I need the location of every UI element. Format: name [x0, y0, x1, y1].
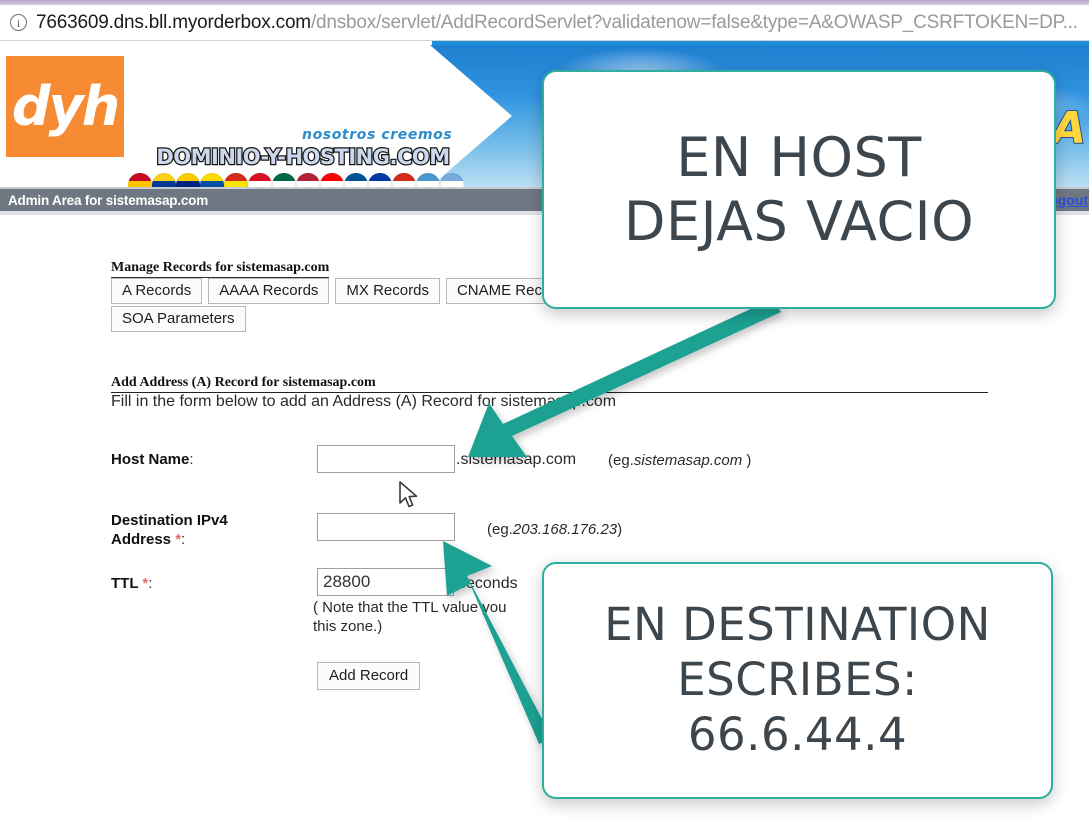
flag-spain-icon: [128, 173, 152, 187]
ttl-unit-label: seconds: [458, 575, 518, 592]
callout-destination-line1: EN DESTINATION: [604, 598, 991, 652]
tab-mx-records[interactable]: MX Records: [335, 278, 440, 305]
ttl-label: TTL *:: [111, 575, 153, 592]
add-record-button[interactable]: Add Record: [317, 662, 421, 690]
tab-aaaa-records[interactable]: AAAA Records: [208, 278, 330, 305]
flag-bolivia-icon: [224, 173, 248, 187]
tab-a-records[interactable]: A Records: [111, 278, 203, 305]
callout-host-empty: EN HOST DEJAS VACIO: [542, 70, 1056, 309]
ttl-note: ( Note that the TTL value you this zone.…: [313, 599, 507, 635]
screenshot-root: i 7663609.dns.bll.myorderbox.com/dnsbox/…: [0, 0, 1089, 839]
record-type-tabs-row-1: A Records AAAA Records MX Records CNAME …: [111, 278, 583, 305]
flag-guatemala-icon: [416, 173, 440, 187]
destination-ipv4-label: Destination IPv4 Address *:: [111, 512, 228, 548]
flag-panama-icon: [344, 173, 368, 187]
record-type-tabs-row-2: SOA Parameters: [111, 306, 246, 333]
info-circle-icon[interactable]: i: [10, 14, 27, 31]
url-host: 7663609.dns.bll.myorderbox.com: [36, 11, 311, 33]
manage-records-heading: Manage Records for sistemasap.com: [111, 260, 330, 278]
flag-chile-icon: [368, 173, 392, 187]
host-name-label: Host Name:: [111, 451, 194, 468]
url-path: /dnsbox/servlet/AddRecordServlet?validat…: [310, 11, 1078, 33]
flag-colombia-icon: [152, 173, 176, 187]
host-name-example: (eg.sistemasap.com ): [608, 452, 752, 469]
callout-host-line1: EN HOST: [676, 125, 922, 189]
host-name-input[interactable]: [317, 445, 455, 473]
dyh-logo-box[interactable]: dyh: [6, 56, 124, 157]
ttl-input[interactable]: [317, 568, 454, 596]
banner-flag-strip: [128, 173, 478, 187]
callout-destination-value: EN DESTINATION ESCRIBES: 66.6.44.4: [542, 562, 1053, 799]
flag-peru-icon: [248, 173, 272, 187]
flag-usa-icon: [296, 173, 320, 187]
add-record-heading: Add Address (A) Record for sistemasap.co…: [111, 375, 988, 393]
banner-tagline: nosotros creemos: [302, 127, 453, 143]
callout-destination-line2: ESCRIBES:: [677, 653, 918, 707]
flag-mexico-icon: [272, 173, 296, 187]
host-name-suffix: .sistemasap.com: [456, 451, 577, 468]
flag-paraguay-icon: [392, 173, 416, 187]
dyh-logo-text: dyh: [11, 74, 120, 138]
add-record-subtitle: Fill in the form below to add an Address…: [111, 393, 617, 410]
callout-host-line2: DEJAS VACIO: [623, 189, 975, 253]
callout-destination-line3: 66.6.44.4: [687, 707, 908, 761]
mouse-cursor: [399, 481, 418, 508]
browser-address-bar[interactable]: i 7663609.dns.bll.myorderbox.com/dnsbox/…: [0, 5, 1089, 41]
admin-area-title: Admin Area for sistemasap.com: [8, 192, 209, 208]
flag-argentina-icon: [440, 173, 464, 187]
destination-ipv4-example: (eg.203.168.176.23): [487, 521, 623, 538]
tab-soa-parameters[interactable]: SOA Parameters: [111, 306, 246, 333]
arrow-to-destination-input: [443, 541, 552, 744]
flag-switzerland-icon: [320, 173, 344, 187]
flag-venezuela-icon: [176, 173, 200, 187]
flag-ecuador-icon: [200, 173, 224, 187]
banner-brand-name: DOMINIO-Y-HOSTING.COM: [155, 143, 451, 170]
destination-ipv4-input[interactable]: [317, 513, 455, 541]
